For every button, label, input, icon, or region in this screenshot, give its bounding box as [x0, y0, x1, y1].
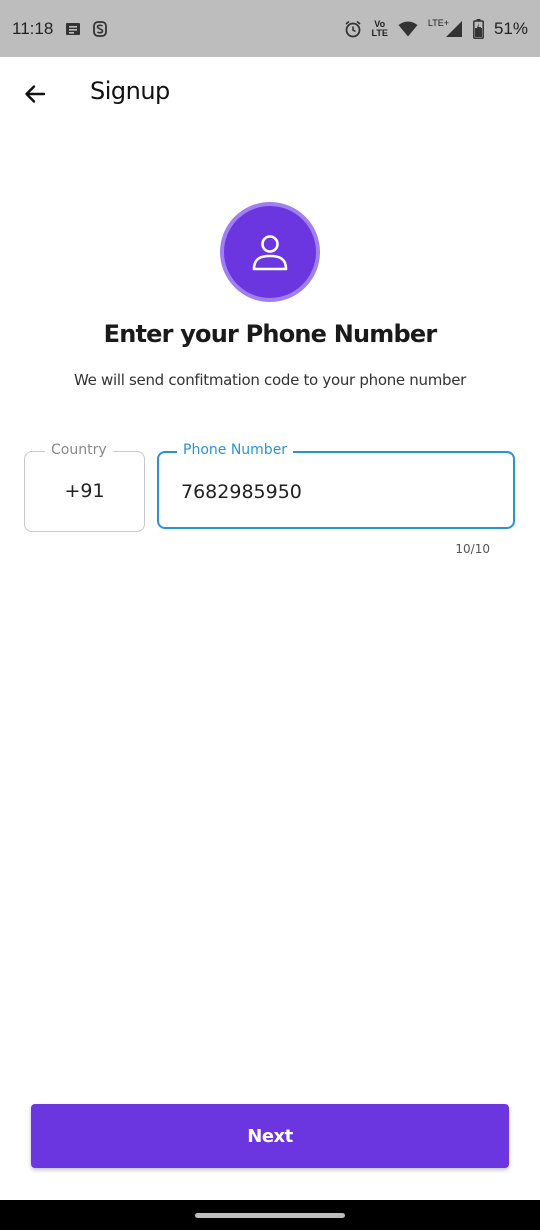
s-app-icon	[93, 20, 108, 37]
user-icon	[252, 235, 288, 271]
alarm-icon	[344, 20, 362, 38]
status-time: 11:18	[12, 18, 54, 38]
status-right: Vo LTE LTE+ 51%	[344, 17, 528, 39]
main-subheading: We will send confitmation code to your p…	[73, 371, 467, 389]
next-button[interactable]: Next	[31, 1104, 509, 1168]
avatar	[220, 202, 320, 302]
battery-percent: 51%	[493, 18, 528, 38]
volte-icon: Vo LTE	[371, 19, 388, 38]
arrow-left-icon	[25, 85, 46, 103]
main-heading: Enter your Phone Number	[103, 320, 438, 348]
phone-number-input[interactable]	[181, 477, 481, 507]
character-counter: 10/10	[455, 542, 490, 556]
back-button[interactable]	[18, 77, 52, 111]
country-label: Country	[45, 442, 113, 458]
status-left: 11:18	[12, 18, 108, 39]
lte-signal-icon: LTE+	[427, 17, 463, 38]
phone-number-field[interactable]: Phone Number	[157, 442, 515, 529]
battery-icon	[473, 18, 484, 39]
phone-number-label: Phone Number	[177, 442, 294, 458]
wifi-icon	[398, 21, 418, 37]
signup-screen: 11:18 Vo LTE LTE+ 51% Signup Enter your …	[0, 0, 540, 1230]
app-bar: Signup	[0, 57, 540, 131]
lte-label: LTE+	[427, 17, 449, 28]
country-code-field[interactable]: Country +91	[24, 442, 145, 532]
page-title: Signup	[90, 77, 170, 105]
status-bar: 11:18 Vo LTE LTE+ 51%	[0, 0, 540, 57]
notification-icon	[65, 22, 81, 36]
country-code-value: +91	[64, 480, 105, 502]
volte-bottom-text: LTE	[371, 27, 388, 38]
home-indicator[interactable]	[195, 1212, 345, 1218]
navigation-bar	[0, 1200, 540, 1230]
